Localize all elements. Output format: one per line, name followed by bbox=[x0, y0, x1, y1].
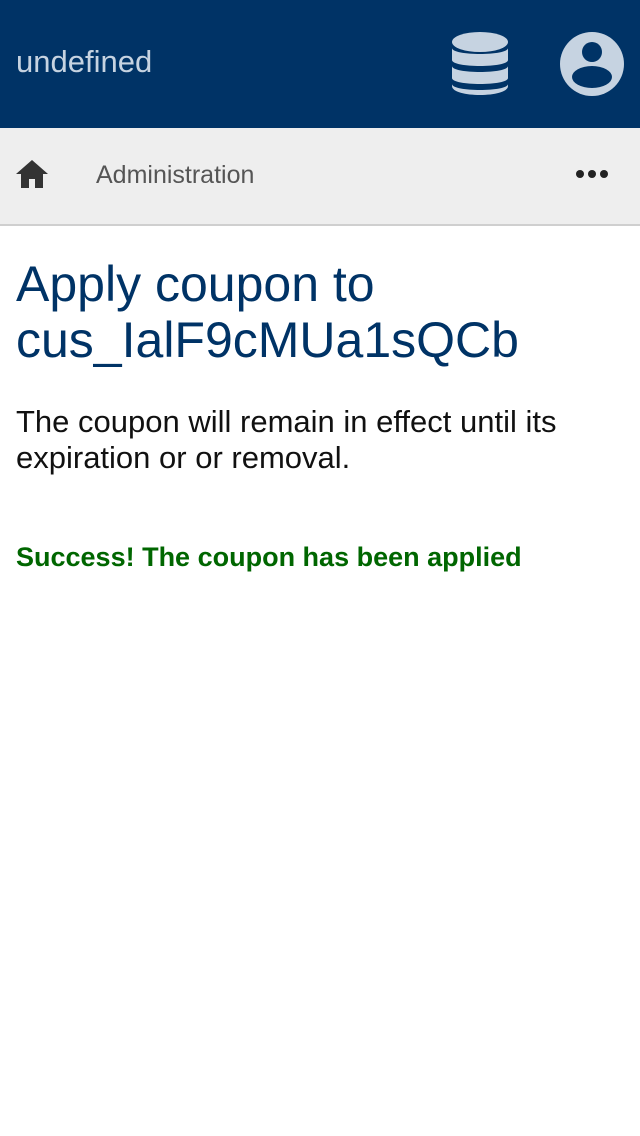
app-title: undefined bbox=[16, 44, 153, 79]
database-button[interactable] bbox=[448, 30, 512, 98]
account-button[interactable] bbox=[560, 32, 624, 96]
home-icon bbox=[16, 160, 48, 188]
breadcrumb: Administration bbox=[0, 128, 640, 226]
main-content: Apply coupon to cus_IalF9cMUa1sQCb The c… bbox=[16, 256, 624, 574]
app-bar: undefined bbox=[0, 0, 640, 128]
home-button[interactable] bbox=[14, 156, 50, 192]
breadcrumb-item-administration[interactable]: Administration bbox=[96, 159, 254, 191]
coupon-description: The coupon will remain in effect until i… bbox=[16, 404, 557, 475]
page-title: Apply coupon to cus_IalF9cMUa1sQCb bbox=[16, 256, 519, 368]
success-message: Success! The coupon has been applied bbox=[16, 542, 522, 572]
more-horizontal-icon bbox=[576, 170, 608, 178]
database-icon bbox=[452, 32, 508, 95]
more-options-button[interactable] bbox=[568, 158, 616, 190]
account-circle-icon bbox=[560, 32, 624, 96]
